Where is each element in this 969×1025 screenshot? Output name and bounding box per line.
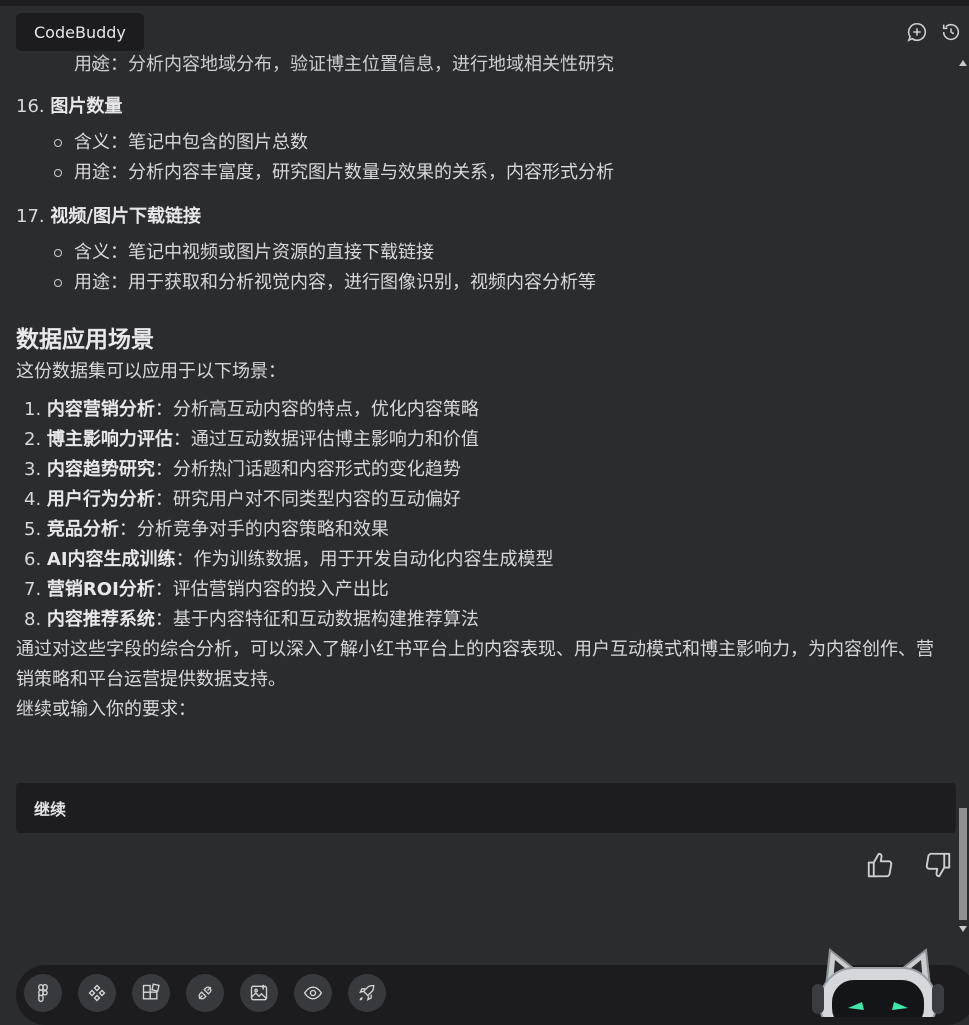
prompt-text: 继续或输入你的要求：: [16, 699, 196, 720]
bullet-text: 用途：分析内容地域分布，验证博主位置信息，进行地域相关性研究: [74, 54, 614, 75]
cut-off-bullet: 用途：分析内容地域分布，验证博主位置信息，进行地域相关性研究: [54, 50, 946, 78]
summary-text: 通过对这些字段的综合分析，可以深入了解小红书平台上的内容表现、用户互动模式和博主…: [16, 639, 934, 690]
field-item-17: 17. 视频/图片下载链接 含义：笔记中视频或图片资源的直接下载链接 用途：用于…: [16, 202, 946, 298]
list-item: 含义：笔记中包含的图片总数: [16, 128, 946, 158]
chat-message: 用途：分析内容地域分布，验证博主位置信息，进行地域相关性研究 16. 图片数量 …: [16, 50, 946, 725]
item-number: 8.: [24, 609, 42, 630]
app-title: CodeBuddy: [16, 13, 144, 51]
item-desc: ：分析热门话题和内容形式的变化趋势: [154, 459, 461, 480]
history-icon[interactable]: [939, 20, 963, 44]
item-desc: ：评估营销内容的投入产出比: [154, 579, 389, 600]
item-title: 内容营销分析: [46, 399, 155, 420]
item-number: 6.: [24, 549, 42, 570]
item-title: 营销ROI分析: [46, 579, 155, 600]
figma-icon[interactable]: [24, 974, 62, 1012]
chat-scrollbar[interactable]: [957, 60, 969, 932]
list-item: 7. 营销ROI分析：评估营销内容的投入产出比: [16, 575, 946, 605]
list-item: 8. 内容推荐系统：基于内容特征和互动数据构建推荐算法: [16, 605, 946, 635]
feedback-actions: [865, 850, 953, 880]
add-chat-icon[interactable]: [905, 20, 929, 44]
window-top-strip: [0, 0, 969, 6]
item-title: 竞品分析: [46, 519, 119, 540]
item-title: 内容推荐系统: [46, 609, 155, 630]
item-title: 博主影响力评估: [46, 429, 173, 450]
plugin-icon[interactable]: [186, 974, 224, 1012]
image-upload-icon[interactable]: [240, 974, 278, 1012]
item-title: 视频/图片下载链接: [50, 206, 201, 227]
scrollbar-thumb[interactable]: [959, 808, 967, 920]
intro-text: 这份数据集可以应用于以下场景：: [16, 361, 286, 382]
components-icon[interactable]: [78, 974, 116, 1012]
field-heading: 17. 视频/图片下载链接: [16, 202, 946, 232]
item-title: 图片数量: [50, 96, 123, 117]
item-title: 内容趋势研究: [46, 459, 155, 480]
mascot-icon[interactable]: [808, 946, 948, 1025]
scenario-list: 1. 内容营销分析：分析高互动内容的特点，优化内容策略 2. 博主影响力评估：通…: [16, 395, 946, 635]
item-desc: ：分析高互动内容的特点，优化内容策略: [154, 399, 479, 420]
list-item: 6. AI内容生成训练：作为训练数据，用于开发自动化内容生成模型: [16, 545, 946, 575]
item-desc: ：研究用户对不同类型内容的互动偏好: [154, 489, 461, 510]
list-item: 用途：分析内容丰富度，研究图片数量与效果的关系，内容形式分析: [16, 158, 946, 188]
blocks-icon[interactable]: [132, 974, 170, 1012]
list-item: 用途：分析内容地域分布，验证博主位置信息，进行地域相关性研究: [54, 50, 946, 78]
field-item-16: 16. 图片数量 含义：笔记中包含的图片总数 用途：分析内容丰富度，研究图片数量…: [16, 92, 946, 188]
list-item: 4. 用户行为分析：研究用户对不同类型内容的互动偏好: [16, 485, 946, 515]
item-number: 4.: [24, 489, 42, 510]
field-heading: 16. 图片数量: [16, 92, 946, 122]
list-item: 3. 内容趋势研究：分析热门话题和内容形式的变化趋势: [16, 455, 946, 485]
item-desc: ：分析竞争对手的内容策略和效果: [118, 519, 389, 540]
item-desc: ：作为训练数据，用于开发自动化内容生成模型: [175, 549, 554, 570]
list-item: 5. 竞品分析：分析竞争对手的内容策略和效果: [16, 515, 946, 545]
item-number: 5.: [24, 519, 42, 540]
toolbar-buttons: [24, 974, 386, 1012]
item-number: 2.: [24, 429, 42, 450]
list-item: 含义：笔记中视频或图片资源的直接下载链接: [16, 238, 946, 268]
section-heading: 数据应用场景: [16, 327, 154, 353]
deploy-icon[interactable]: [348, 974, 386, 1012]
list-item: 1. 内容营销分析：分析高互动内容的特点，优化内容策略: [16, 395, 946, 425]
item-number: 3.: [24, 459, 42, 480]
scroll-down-arrow-icon[interactable]: [959, 926, 967, 932]
list-item: 2. 博主影响力评估：通过互动数据评估博主影响力和价值: [16, 425, 946, 455]
item-title: AI内容生成训练: [46, 549, 176, 570]
thumbs-down-icon[interactable]: [923, 850, 953, 880]
preview-icon[interactable]: [294, 974, 332, 1012]
item-desc: ：基于内容特征和互动数据构建推荐算法: [154, 609, 479, 630]
header-actions: [905, 20, 963, 44]
item-number: 7.: [24, 579, 42, 600]
item-desc: ：通过互动数据评估博主影响力和价值: [172, 429, 479, 450]
list-item: 用途：用于获取和分析视觉内容，进行图像识别，视频内容分析等: [16, 268, 946, 298]
item-title: 用户行为分析: [46, 489, 155, 510]
thumbs-up-icon[interactable]: [865, 850, 895, 880]
reply-input[interactable]: 继续: [16, 783, 956, 833]
item-number: 16.: [16, 96, 45, 117]
item-number: 17.: [16, 206, 45, 227]
scroll-up-arrow-icon[interactable]: [959, 60, 967, 66]
item-number: 1.: [24, 399, 42, 420]
